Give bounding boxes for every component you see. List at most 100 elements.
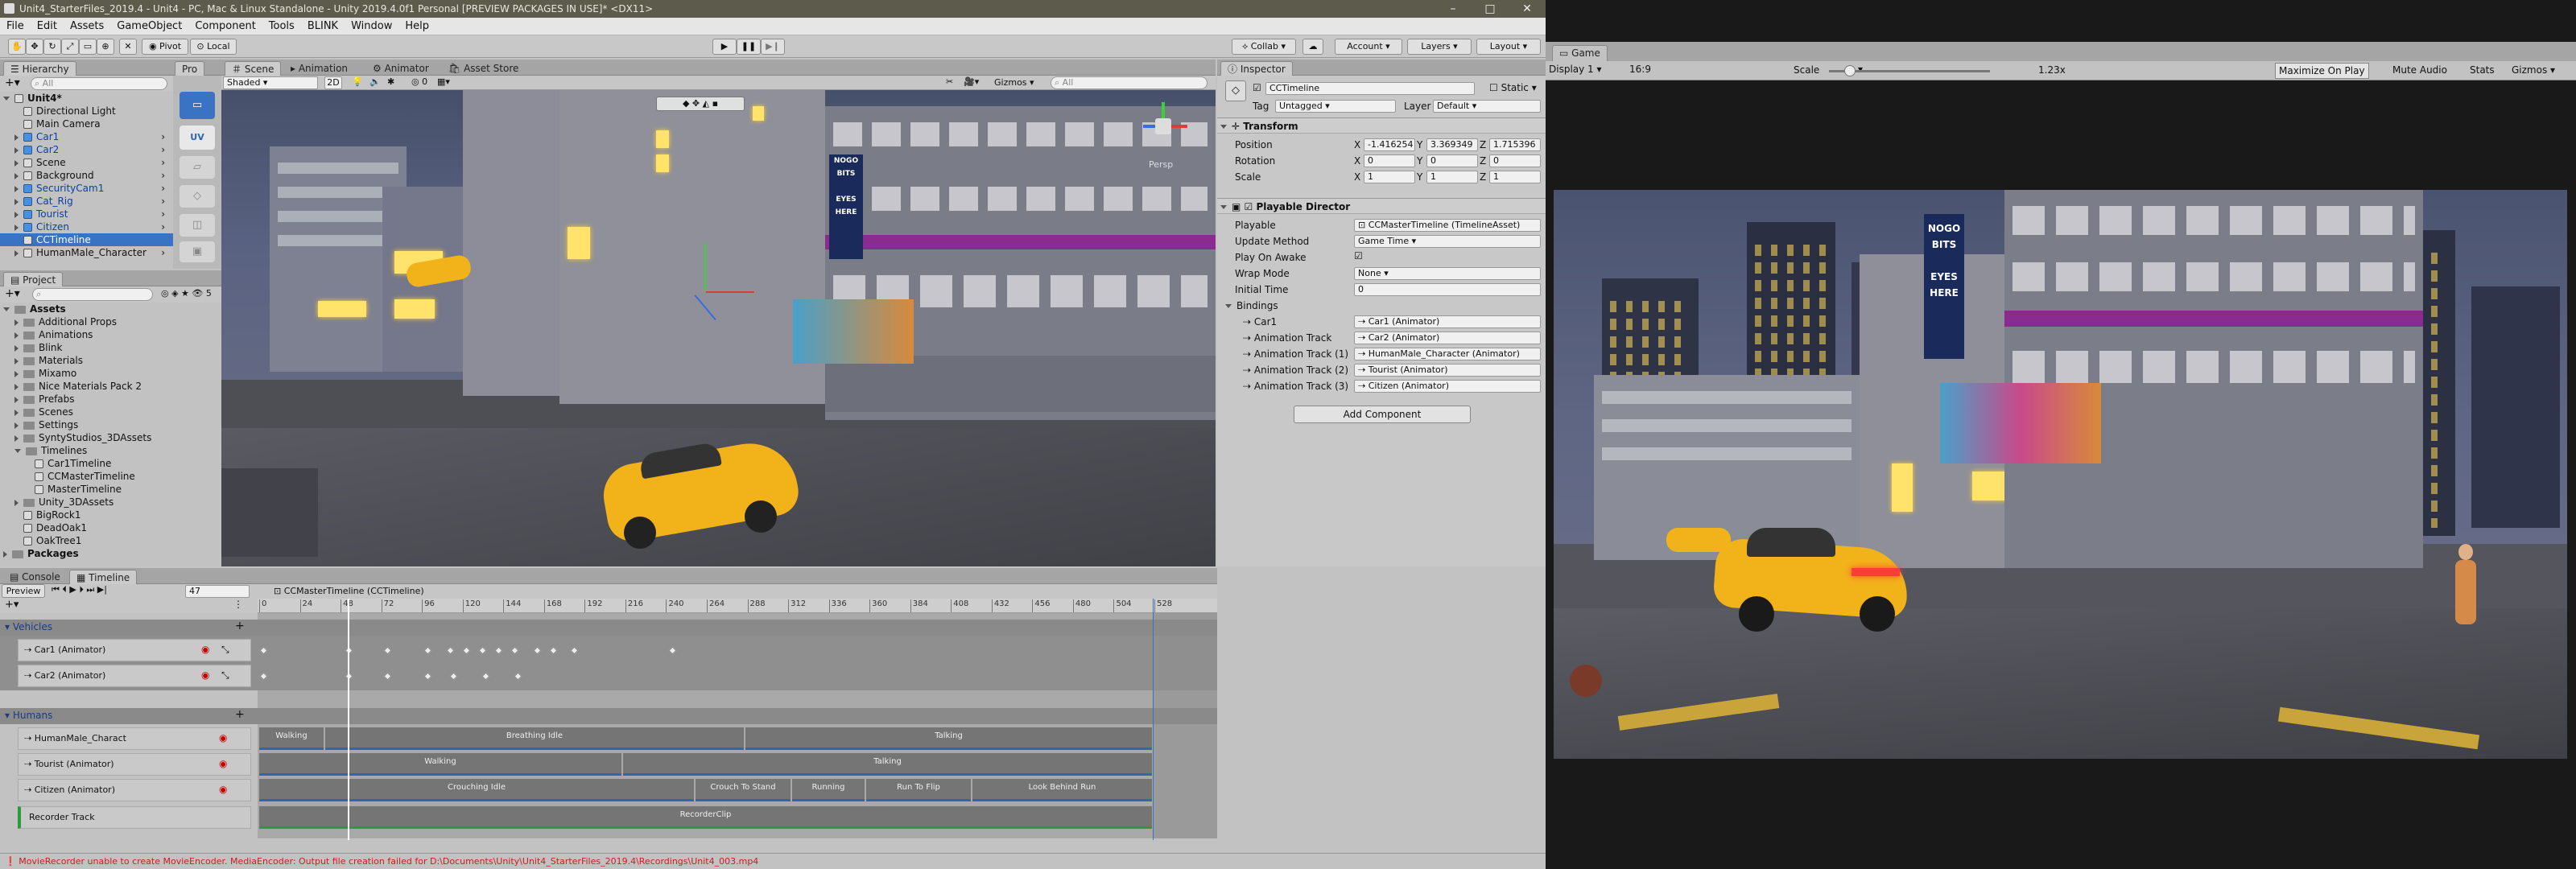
minimize-button[interactable]: – bbox=[1435, 0, 1472, 18]
hierarchy-item[interactable]: Unit4* bbox=[0, 92, 173, 105]
hierarchy-item[interactable]: Citizen › bbox=[0, 220, 173, 233]
expand-arrow-icon[interactable] bbox=[14, 383, 19, 390]
project-item[interactable]: Car1Timeline bbox=[0, 457, 221, 470]
effects-toggle-icon[interactable]: ✱ bbox=[387, 76, 394, 87]
playable-field[interactable]: ⊡ CCMasterTimeline (TimelineAsset) bbox=[1354, 219, 1541, 232]
display-dropdown[interactable]: Display 1 ▾ bbox=[1549, 64, 1602, 75]
gizmos-dropdown[interactable]: Gizmos ▾ bbox=[994, 77, 1034, 88]
curves-icon[interactable]: ⤡ bbox=[221, 644, 229, 656]
record-icon[interactable]: ◉ bbox=[201, 669, 209, 681]
expand-arrow-icon[interactable] bbox=[14, 134, 19, 141]
menu-tools[interactable]: Tools bbox=[262, 18, 301, 35]
project-create-icon[interactable]: +▾ bbox=[5, 287, 20, 300]
menu-edit[interactable]: Edit bbox=[31, 18, 64, 35]
hierarchy-item[interactable]: Scene › bbox=[0, 156, 173, 169]
move-gizmo-x[interactable] bbox=[706, 291, 754, 293]
hierarchy-item[interactable]: Cat_Rig › bbox=[0, 195, 173, 208]
menu-blink[interactable]: BLINK bbox=[301, 18, 345, 35]
position-z-field[interactable]: 1.715396 bbox=[1489, 138, 1541, 151]
scale-tool-icon[interactable]: ⤢ bbox=[61, 39, 79, 55]
layer-dropdown[interactable]: Default ▾ bbox=[1433, 100, 1541, 113]
menu-window[interactable]: Window bbox=[345, 18, 398, 35]
project-item[interactable]: Mixamo bbox=[0, 367, 221, 380]
clip-recorder[interactable]: RecorderClip bbox=[259, 806, 1152, 829]
axis-label[interactable]: Y bbox=[1417, 171, 1422, 183]
binding-object-field[interactable]: ⇢ Tourist (Animator) bbox=[1354, 364, 1541, 377]
prefab-open-arrow-icon[interactable]: › bbox=[161, 130, 165, 143]
rotation-z-field[interactable]: 0 bbox=[1489, 154, 1541, 167]
move-gizmo-y[interactable] bbox=[704, 243, 706, 291]
filter-icons[interactable]: ◎ ◈ ★ 👁 5 bbox=[161, 288, 212, 299]
menu-help[interactable]: Help bbox=[398, 18, 436, 35]
project-item[interactable]: MasterTimeline bbox=[0, 483, 221, 496]
clip-breathing-idle[interactable]: Breathing Idle bbox=[325, 727, 744, 750]
clip-run-to-flip[interactable]: Run To Flip bbox=[866, 779, 971, 801]
layout-dropdown[interactable]: Layout ▾ bbox=[1476, 39, 1541, 55]
project-item[interactable]: Unity_3DAssets bbox=[0, 496, 221, 509]
pause-button[interactable]: ❚❚ bbox=[737, 39, 761, 55]
project-item[interactable]: Settings bbox=[0, 418, 221, 431]
status-bar[interactable]: ❗ MovieRecorder unable to create MovieEn… bbox=[0, 853, 1546, 869]
aspect-dropdown[interactable]: 16:9 ▾ bbox=[1629, 64, 1863, 75]
timeline-asset-name[interactable]: ⊡ CCMasterTimeline (CCTimeline) bbox=[274, 586, 424, 596]
expand-arrow-icon[interactable] bbox=[14, 434, 19, 442]
playable-director-header[interactable]: ▣ ☑ Playable Director bbox=[1217, 198, 1546, 214]
expand-arrow-icon[interactable] bbox=[14, 370, 19, 377]
hierarchy-item[interactable]: Car1 › bbox=[0, 130, 173, 143]
project-item[interactable]: OakTree1 bbox=[0, 534, 221, 547]
curves-icon[interactable]: ⤡ bbox=[221, 669, 229, 682]
expand-arrow-icon[interactable] bbox=[3, 307, 10, 311]
rotation-y-field[interactable]: 0 bbox=[1426, 154, 1478, 167]
axis-label[interactable]: X bbox=[1354, 138, 1360, 151]
close-button[interactable]: ✕ bbox=[1509, 0, 1546, 18]
tab-inspector[interactable]: ⓘ Inspector bbox=[1220, 61, 1293, 76]
tools-settings-icon[interactable]: ✂ bbox=[946, 76, 953, 87]
project-item[interactable]: Packages bbox=[0, 547, 221, 560]
scene-viewport[interactable]: NOGO BITS EYES HERE ◆ ✥ ◭ ▪ Persp bbox=[221, 90, 1216, 566]
clip-talking[interactable]: Talking bbox=[745, 727, 1152, 750]
update-method-dropdown[interactable]: Game Time ▾ bbox=[1354, 235, 1541, 248]
face-tool-icon[interactable]: ▣ bbox=[180, 241, 215, 262]
hierarchy-item[interactable]: Directional Light bbox=[0, 105, 173, 117]
maximize-on-play-toggle[interactable]: Maximize On Play bbox=[2275, 63, 2369, 79]
prefab-open-arrow-icon[interactable]: › bbox=[161, 195, 165, 208]
create-plus-icon[interactable]: +▾ bbox=[5, 76, 20, 89]
binding-object-field[interactable]: ⇢ Car2 (Animator) bbox=[1354, 332, 1541, 344]
group-humans[interactable] bbox=[0, 708, 1217, 724]
hierarchy-item[interactable]: Tourist › bbox=[0, 208, 173, 220]
transport-buttons[interactable]: ⏮ ⏴ ▶ ⏵ ⏭ ▶| bbox=[52, 584, 107, 595]
expand-arrow-icon[interactable] bbox=[14, 211, 19, 218]
prefab-open-arrow-icon[interactable]: › bbox=[161, 156, 165, 169]
expand-arrow-icon[interactable] bbox=[14, 172, 19, 179]
project-item[interactable]: Materials bbox=[0, 354, 221, 367]
project-item[interactable]: DeadOak1 bbox=[0, 521, 221, 534]
menu-file[interactable]: File bbox=[0, 18, 31, 35]
project-item[interactable]: Scenes bbox=[0, 406, 221, 418]
hierarchy-item[interactable]: HumanMale_Character › bbox=[0, 246, 173, 259]
project-item[interactable]: Prefabs bbox=[0, 393, 221, 406]
clip-crouching-idle[interactable]: Crouching Idle bbox=[259, 779, 694, 801]
tab-timeline[interactable]: ▦ Timeline bbox=[69, 570, 138, 584]
clip-look-behind-run[interactable]: Look Behind Run bbox=[972, 779, 1152, 801]
group-add-icon[interactable]: + bbox=[235, 620, 245, 632]
step-button[interactable]: ▶❙ bbox=[761, 39, 785, 55]
scale-z-field[interactable]: 1 bbox=[1489, 171, 1541, 183]
expand-arrow-icon[interactable] bbox=[14, 357, 19, 364]
transform-header[interactable]: ✛ Transform bbox=[1217, 117, 1546, 134]
hidden-objects-icon[interactable]: ◎ 0 bbox=[411, 76, 427, 87]
tab-animation[interactable]: ▸ Animation bbox=[284, 61, 354, 76]
probuilder-icon[interactable]: ▭ bbox=[180, 92, 215, 119]
axis-label[interactable]: Z bbox=[1480, 171, 1486, 183]
record-icon[interactable]: ◉ bbox=[219, 784, 227, 795]
expand-arrow-icon[interactable] bbox=[14, 146, 19, 154]
expand-arrow-icon[interactable] bbox=[14, 344, 19, 352]
expand-arrow-icon[interactable] bbox=[14, 396, 19, 403]
pivot-toggle[interactable]: ◉ Pivot bbox=[142, 39, 188, 55]
expand-arrow-icon[interactable] bbox=[14, 224, 19, 231]
tag-dropdown[interactable]: Untagged ▾ bbox=[1275, 100, 1396, 113]
scale-slider-handle[interactable] bbox=[1844, 65, 1856, 76]
expand-arrow-icon[interactable] bbox=[14, 198, 19, 205]
prefab-open-arrow-icon[interactable]: › bbox=[161, 182, 165, 195]
move-tool-icon[interactable]: ✥ bbox=[26, 39, 43, 55]
frame-field[interactable]: 47 bbox=[185, 585, 250, 598]
